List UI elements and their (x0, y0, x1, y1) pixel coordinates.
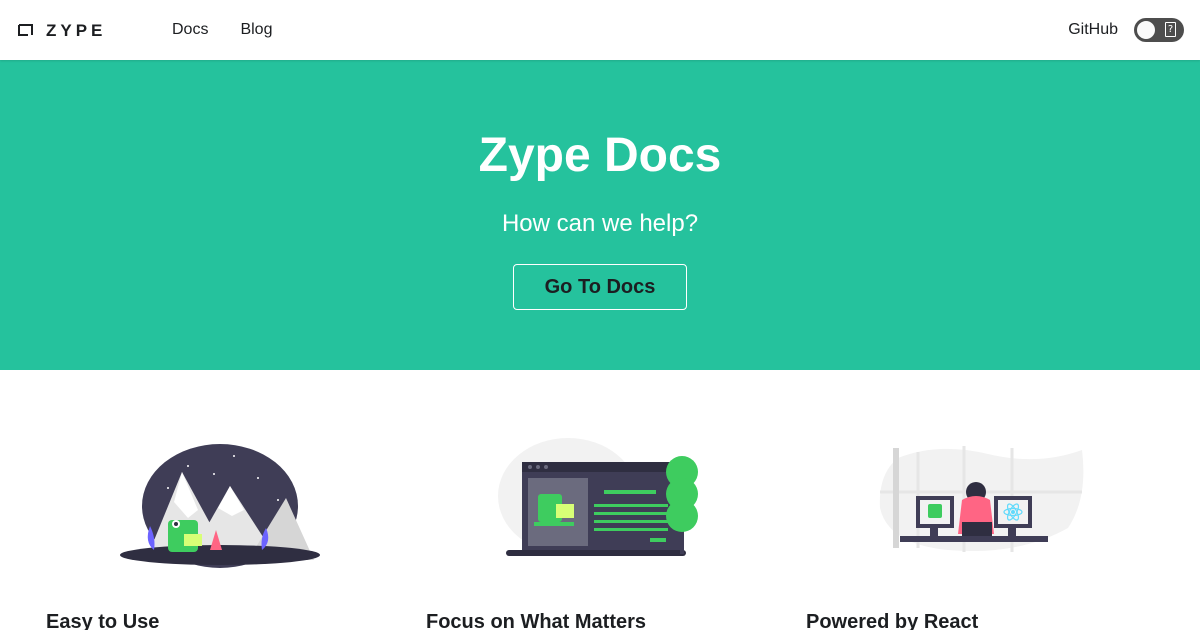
nav-link-docs[interactable]: Docs (156, 0, 224, 60)
feature-title: Powered by React (806, 611, 979, 630)
developer-monitors-illustration-icon (879, 446, 1084, 552)
feature-title: Easy to Use (46, 611, 160, 630)
browser-tree-illustration-icon (498, 438, 698, 556)
brand-logo[interactable]: ZYPE (18, 22, 130, 38)
theme-toggle[interactable]: ? (1134, 18, 1184, 42)
hero-title: Zype Docs (478, 129, 722, 182)
svg-text:ZYPE: ZYPE (46, 22, 106, 38)
nav-link-blog[interactable]: Blog (224, 0, 288, 60)
mountain-campfire-illustration-icon (120, 444, 320, 568)
hero-banner: Zype Docs How can we help? Go To Docs (0, 60, 1200, 370)
go-to-docs-button[interactable]: Go To Docs (513, 264, 687, 310)
toggle-thumb (1136, 20, 1156, 40)
hero-subtitle: How can we help? (501, 210, 699, 237)
moon-icon: ? (1165, 22, 1176, 37)
navbar-right: GitHub ? (1068, 0, 1184, 60)
zype-logo-icon: ZYPE (18, 22, 106, 38)
features-section: Easy to Use Focus on What Matters Powere… (0, 370, 1200, 630)
nav-link-github[interactable]: GitHub (1068, 0, 1134, 60)
feature-title: Focus on What Matters (426, 611, 647, 630)
navbar: ZYPE Docs Blog GitHub ? (0, 0, 1200, 60)
